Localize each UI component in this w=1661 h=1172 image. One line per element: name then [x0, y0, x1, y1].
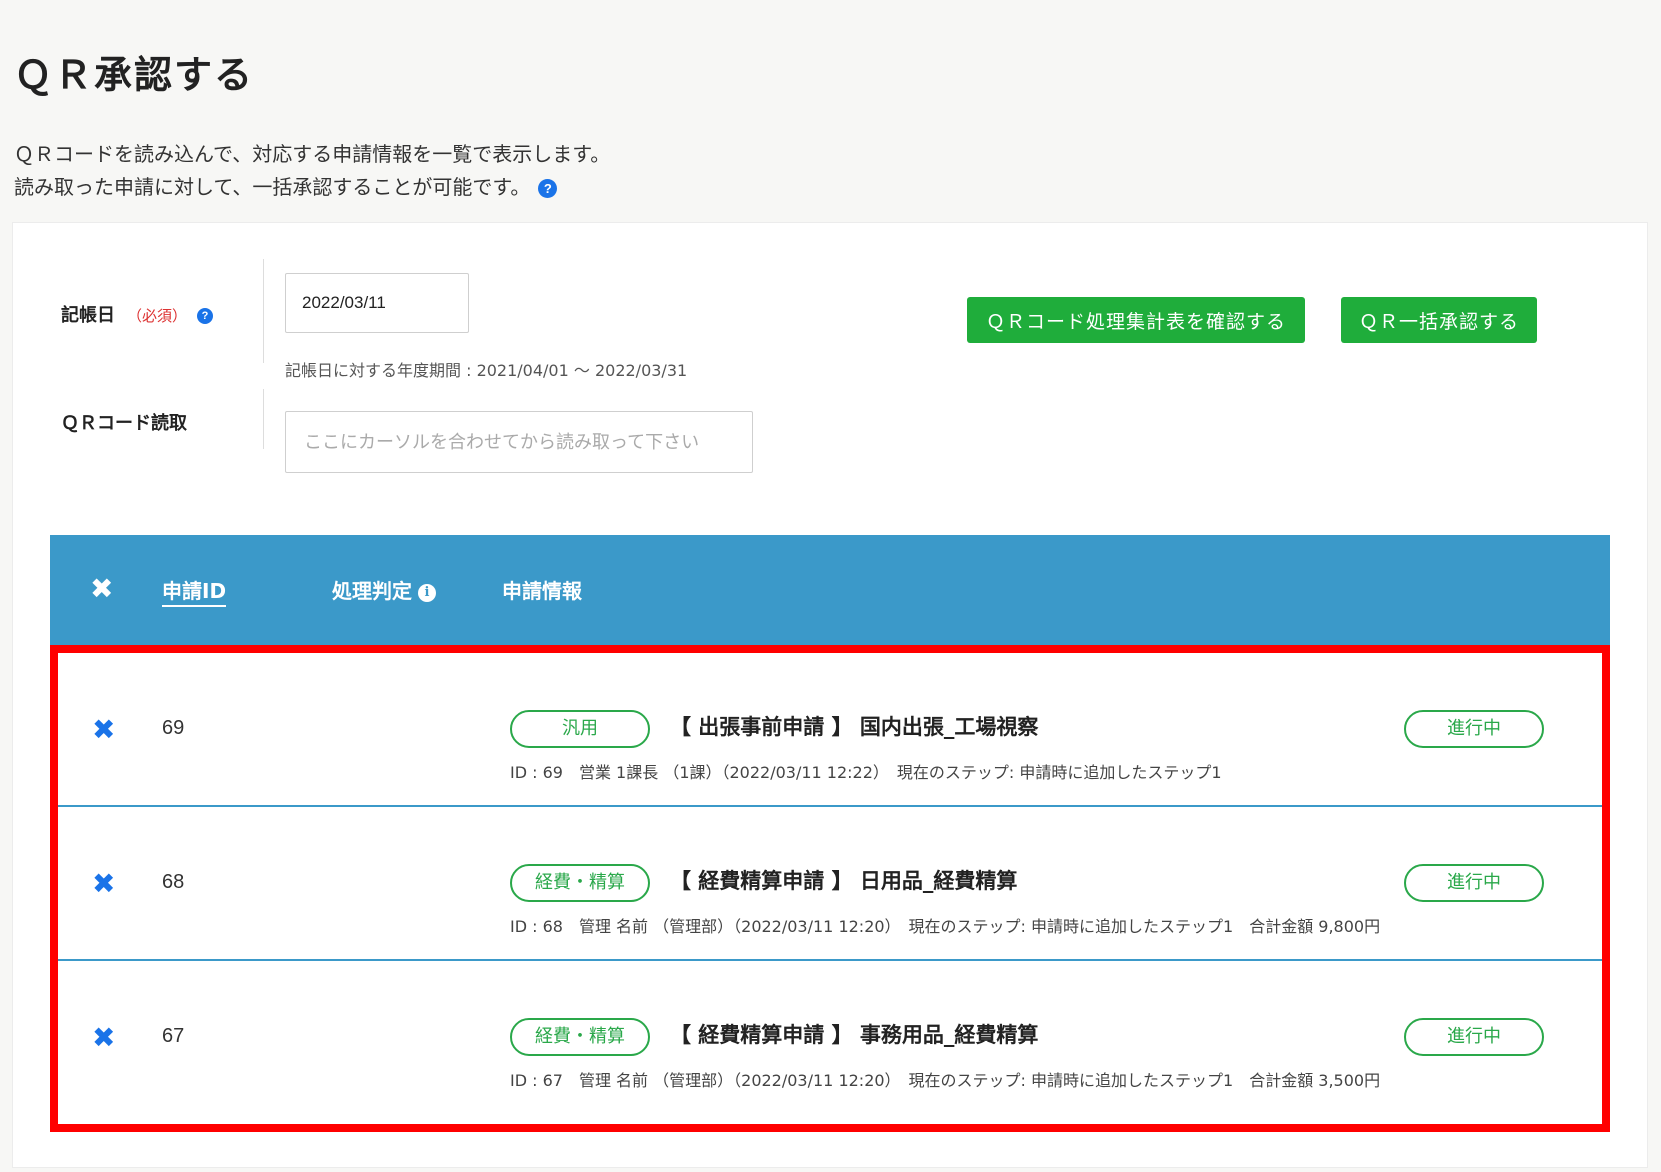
description-line-2: 読み取った申請に対して、一括承認することが可能です。? [14, 171, 610, 204]
category-badge: 経費・精算 [510, 864, 650, 902]
status-badge: 進行中 [1404, 710, 1544, 748]
remove-row-icon[interactable]: ✖ [92, 1021, 115, 1054]
application-meta: ID : 67 管理 名前 （管理部）（2022/03/11 12:20） 現在… [510, 1071, 1381, 1090]
page-title: ＱＲ承認する [14, 53, 255, 97]
page-description: ＱＲコードを読み込んで、対応する申請情報を一覧で表示します。 読み取った申請に対… [14, 138, 610, 204]
question-circle-icon[interactable]: ? [197, 308, 214, 324]
category-badge: 経費・精算 [510, 1018, 650, 1056]
application-id: 68 [162, 871, 185, 893]
form-divider [263, 389, 264, 449]
table-row: ✖ 68 経費・精算 【 経費精算申請 】 日用品_経費精算 ID : 68 管… [58, 807, 1602, 959]
status-badge: 進行中 [1404, 864, 1544, 902]
description-line-1: ＱＲコードを読み込んで、対応する申請情報を一覧で表示します。 [14, 142, 611, 166]
status-badge: 進行中 [1404, 1018, 1544, 1056]
question-circle-icon[interactable]: ? [538, 179, 558, 198]
application-id: 69 [162, 717, 185, 739]
qr-read-label: ＱＲコード読取 [61, 413, 187, 434]
category-badge: 汎用 [510, 710, 650, 748]
table-row: ✖ 67 経費・精算 【 経費精算申請 】 事務用品_経費精算 ID : 67 … [58, 961, 1602, 1113]
date-label-text: 記帳日 [61, 305, 115, 326]
application-id: 67 [162, 1025, 185, 1047]
fiscal-period-note: 記帳日に対する年度期間 : 2021/04/01 〜 2022/03/31 [285, 361, 688, 380]
qr-approval-panel: 記帳日 （必須）? 2022/03/11 記帳日に対する年度期間 : 2021/0… [12, 222, 1648, 1168]
date-label: 記帳日 （必須）? [61, 301, 214, 327]
qr-bulk-approve-button[interactable]: ＱＲ一括承認する [1341, 297, 1537, 343]
table-row: ✖ 69 汎用 【 出張事前申請 】 国内出張_工場視察 ID : 69 営業 … [58, 653, 1602, 805]
qr-read-input[interactable] [285, 411, 753, 473]
remove-row-icon[interactable]: ✖ [92, 713, 115, 746]
remove-row-icon[interactable]: ✖ [92, 867, 115, 900]
application-title[interactable]: 【 経費精算申請 】 日用品_経費精算 [670, 865, 1017, 895]
info-circle-icon[interactable]: i [418, 583, 436, 602]
table-header: ✖ 申請ID 処理判定 i 申請情報 [50, 535, 1610, 645]
application-meta: ID : 69 営業 1課長 （1課）（2022/03/11 12:22） 現在… [510, 763, 1222, 782]
column-header-id[interactable]: 申請ID [162, 575, 227, 607]
date-input[interactable]: 2022/03/11 [285, 273, 469, 333]
description-line-2-text: 読み取った申請に対して、一括承認することが可能です。 [14, 175, 531, 199]
application-meta: ID : 68 管理 名前 （管理部）（2022/03/11 12:20） 現在… [510, 917, 1381, 936]
application-title[interactable]: 【 経費精算申請 】 事務用品_経費精算 [670, 1019, 1038, 1049]
form-divider [263, 259, 264, 363]
required-mark: （必須） [127, 307, 188, 325]
column-header-info: 申請情報 [502, 579, 582, 603]
remove-all-icon[interactable]: ✖ [90, 572, 113, 605]
qr-summary-button[interactable]: ＱＲコード処理集計表を確認する [967, 297, 1305, 343]
column-header-judgement-label: 処理判定 [332, 579, 412, 603]
column-header-judgement: 処理判定 i [332, 575, 436, 604]
application-title[interactable]: 【 出張事前申請 】 国内出張_工場視察 [670, 711, 1038, 741]
scanned-applications-list: ✖ 69 汎用 【 出張事前申請 】 国内出張_工場視察 ID : 69 営業 … [50, 645, 1610, 1132]
